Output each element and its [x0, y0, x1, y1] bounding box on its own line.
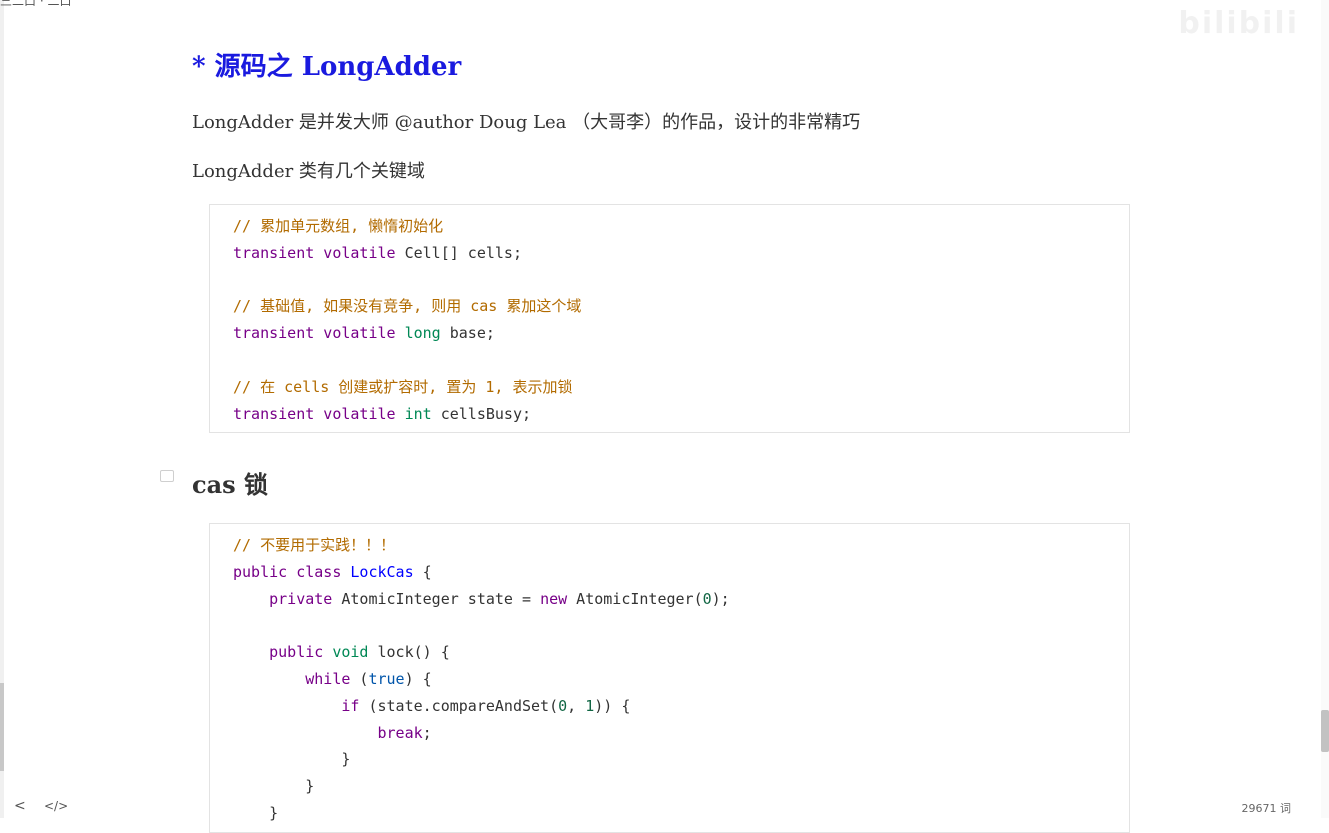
code-line: private AtomicInteger state = new Atomic…	[233, 586, 1129, 613]
code-text: Cell[] cells;	[395, 243, 522, 262]
intro-paragraph: LongAdder 是并发大师 @author Doug Lea （大哥李）的作…	[192, 112, 861, 133]
code-line: transient volatile Cell[] cells;	[233, 240, 1129, 267]
word-count[interactable]: 29671 词	[1242, 800, 1292, 816]
code-number: 0	[702, 589, 712, 608]
code-text: ,	[567, 696, 586, 715]
code-keyword: if	[341, 696, 360, 715]
code-keyword: transient volatile	[233, 404, 396, 423]
code-keyword: public class	[233, 562, 342, 581]
left-scrollbar[interactable]	[0, 0, 4, 818]
code-text: (	[350, 669, 369, 688]
code-block-fields[interactable]: // 累加单元数组, 懒惰初始化 transient volatile Cell…	[209, 204, 1130, 433]
code-number: 1	[585, 696, 595, 715]
code-keyword: private	[269, 589, 333, 608]
right-scrollbar-thumb[interactable]	[1321, 710, 1329, 752]
code-keyword: transient volatile	[233, 243, 396, 262]
code-text: ) {	[404, 669, 432, 688]
code-line: public void lock() {	[233, 639, 1129, 666]
code-keyword: while	[305, 669, 351, 688]
right-scrollbar[interactable]	[1321, 0, 1329, 818]
code-line: transient volatile long base;	[233, 320, 1129, 347]
code-type: void	[332, 643, 369, 662]
code-keyword: public	[269, 643, 324, 662]
code-text: (state.compareAndSet(	[359, 696, 559, 715]
code-type: long	[404, 324, 441, 343]
code-text: }	[305, 777, 315, 796]
code-comment: // 累加单元数组, 懒惰初始化	[233, 217, 444, 235]
heading-anchor-icon[interactable]	[160, 470, 174, 482]
code-comment: // 在 cells 创建或扩容时, 置为 1, 表示加锁	[233, 377, 573, 396]
code-line: // 基础值, 如果没有竞争, 则用 cas 累加这个域	[233, 293, 1129, 320]
code-line: public class LockCas {	[233, 559, 1129, 586]
code-line: }	[233, 746, 1129, 773]
status-bar: < </> 29671 词	[0, 796, 1321, 818]
code-text: ;	[422, 723, 432, 742]
code-line: // 不要用于实践！！！	[233, 532, 1129, 559]
top-toolbar-fragment: 三二口 · 二口	[0, 0, 72, 8]
code-text: base;	[440, 324, 495, 343]
bilibili-watermark: bilibili	[1178, 6, 1299, 41]
code-line: if (state.compareAndSet(0, 1)) {	[233, 693, 1129, 720]
back-arrow-icon[interactable]: <	[14, 798, 26, 814]
code-comment: // 不要用于实践！！！	[233, 536, 396, 554]
code-text: AtomicInteger state =	[332, 589, 541, 608]
section-heading-longadder: * 源码之 LongAdder	[192, 52, 462, 82]
code-text: )) {	[594, 696, 631, 715]
code-text: cellsBusy;	[431, 404, 532, 423]
code-text: {	[413, 562, 432, 581]
code-line: break;	[233, 720, 1129, 747]
code-keyword: transient volatile	[233, 324, 396, 343]
code-line: // 累加单元数组, 懒惰初始化	[233, 213, 1129, 240]
section-heading-cas-lock: cas 锁	[192, 470, 269, 499]
fields-paragraph: LongAdder 类有几个关键域	[192, 161, 425, 182]
code-text: lock() {	[368, 643, 450, 662]
source-code-toggle-icon[interactable]: </>	[44, 799, 68, 813]
code-block-lockcas[interactable]: // 不要用于实践！！！ public class LockCas { priv…	[209, 523, 1130, 833]
code-class-name: LockCas	[350, 562, 414, 581]
left-scrollbar-thumb[interactable]	[0, 683, 4, 771]
code-text: );	[711, 589, 730, 608]
code-line: transient volatile int cellsBusy;	[233, 401, 1129, 428]
code-atom: true	[368, 669, 405, 688]
code-line: // 在 cells 创建或扩容时, 置为 1, 表示加锁	[233, 374, 1129, 401]
code-number: 0	[558, 696, 568, 715]
code-keyword: new	[540, 589, 568, 608]
code-keyword: break	[377, 723, 423, 742]
code-text: AtomicInteger(	[567, 589, 703, 608]
code-comment: // 基础值, 如果没有竞争, 则用 cas 累加这个域	[233, 297, 582, 316]
code-text: }	[341, 750, 351, 769]
code-line: while (true) {	[233, 666, 1129, 693]
code-type: int	[404, 404, 432, 423]
